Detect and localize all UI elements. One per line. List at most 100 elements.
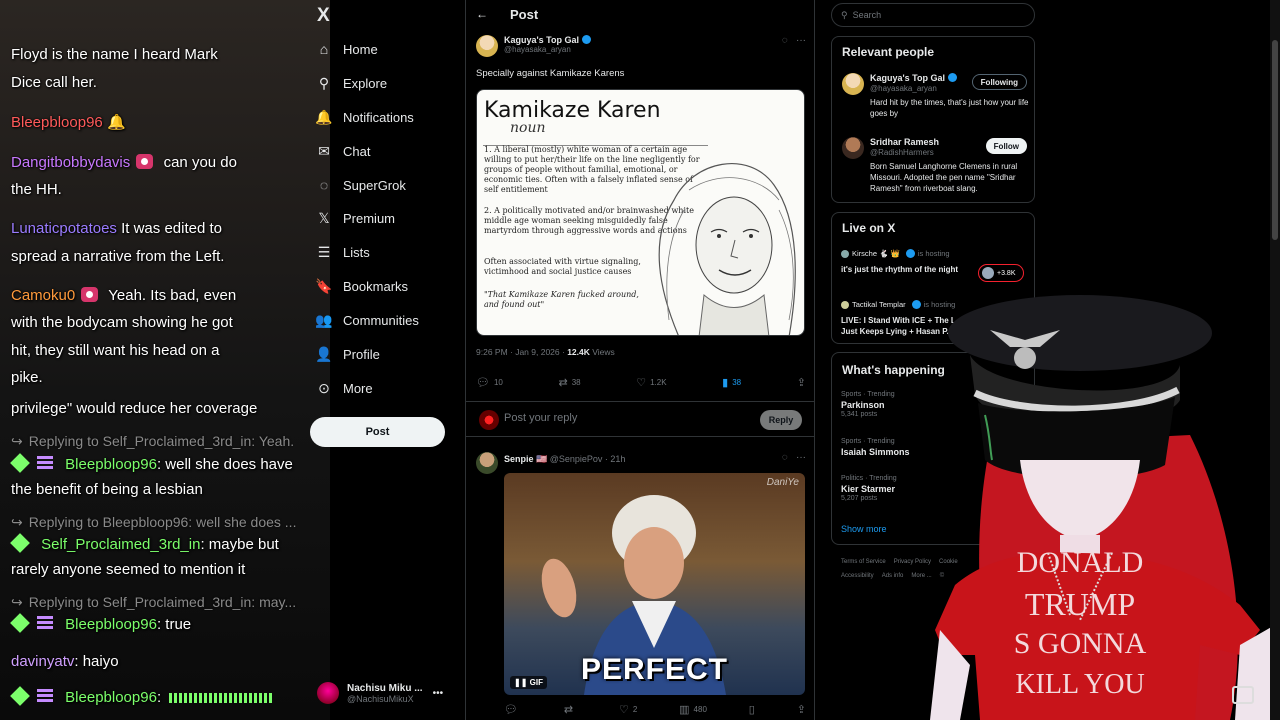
tweet-image[interactable]: Kamikaze Karen noun 1. A liberal (mostly… — [476, 89, 805, 336]
person-handle: @hayasaka_aryan — [870, 84, 937, 93]
bookmark-action[interactable]: ▯ — [749, 703, 755, 716]
repost-icon: ⇄ — [563, 704, 574, 716]
sidebar-item-communities[interactable]: 👥 Communities — [315, 308, 419, 332]
sidebar-item-explore[interactable]: ⚲ Explore — [316, 71, 387, 95]
like-action[interactable]: ♡ 1.2K — [636, 376, 666, 389]
scrollbar-thumb[interactable] — [1272, 40, 1278, 240]
gif-badge[interactable]: ❚❚ GIF — [510, 676, 547, 689]
live-title[interactable]: it's just the rhythm of the night — [841, 264, 971, 275]
follow-button[interactable]: Follow — [985, 138, 1027, 154]
account-switcher[interactable]: Nachisu Miku ... @NachisuMikuX ••• — [317, 682, 443, 704]
bookmark-action[interactable]: ▮ 38 — [722, 376, 741, 389]
author-handle-time[interactable]: @SenpiePov · 21h — [550, 454, 626, 464]
live-host[interactable]: Kirsche 🐇 👑 is hosting — [841, 249, 950, 258]
more-dots-icon[interactable]: ··· — [796, 35, 806, 46]
sidebar-item-label: Lists — [343, 244, 370, 260]
grok-icon[interactable]: ◌ — [782, 35, 788, 46]
reply-count: 10 — [493, 378, 503, 387]
sidebar-item-label: More — [343, 380, 373, 396]
trend-item[interactable]: Sports · Trending Isaiah Simmons — [841, 438, 910, 457]
heart-icon: ♡ — [618, 704, 629, 716]
reply-action[interactable]: 💬︎ 10 — [476, 376, 503, 389]
grok-icon[interactable]: ◌ — [782, 452, 788, 463]
card-title: What's happening — [842, 363, 945, 377]
listener-count[interactable]: +3.8K — [978, 264, 1024, 282]
person-bio: Born Samuel Langhorne Clemens in rural M… — [870, 162, 1018, 193]
messages-drawer-icon[interactable] — [1232, 686, 1254, 704]
author-name[interactable]: Senpie 🇺🇸 — [504, 454, 547, 464]
sidebar-item-lists[interactable]: ☰ Lists — [316, 240, 370, 264]
footer-link[interactable]: Ads info — [882, 573, 904, 579]
repost-action[interactable]: ⇄ 38 — [558, 376, 580, 389]
avatar[interactable] — [476, 35, 498, 57]
chat-reply-context: ↪ Replying to Self_Proclaimed_3rd_in: Yea… — [11, 433, 330, 450]
gif-label: GIF — [529, 678, 543, 687]
gif-caption: PERFECT — [580, 653, 728, 686]
live-title[interactable]: LIVE: I Stand With ICE + The L... Just K… — [841, 315, 966, 337]
footer-link[interactable]: Cookie — [939, 559, 958, 565]
avatar — [479, 410, 499, 430]
chat-message-text: Yeah. Its bad, even — [108, 287, 237, 304]
sidebar-item-profile[interactable]: 👤 Profile — [315, 342, 380, 366]
trend-item[interactable]: Sports · Trending Parkinson 5,341 posts — [841, 391, 895, 418]
search-icon: ⚲ — [841, 9, 848, 20]
avatar — [842, 137, 864, 159]
like-count: 2 — [632, 705, 638, 714]
chat-message-text: Floyd is the name I heard Mark — [11, 46, 218, 63]
repost-action[interactable]: ⇄ — [564, 703, 577, 716]
author-name[interactable]: Kaguya's Top Gal — [504, 35, 591, 45]
show-more-link[interactable]: Show more — [841, 524, 887, 534]
like-action[interactable]: ♡ 2 — [619, 703, 637, 716]
sidebar-item-supergrok[interactable]: ◌ SuperGrok — [316, 173, 406, 197]
sidebar-item-premium[interactable]: 𝕏 Premium — [316, 206, 395, 230]
chat-username: davinyatv — [11, 653, 75, 670]
reply-context-text: Replying to Bleepbloop96: well she does … — [28, 514, 297, 530]
footer-links: Accessibility Ads info More ... © — [841, 573, 1041, 579]
chat-message-text: Dice call her. — [11, 74, 97, 91]
post-button[interactable]: Post — [310, 417, 445, 447]
heart-icon: ♡ — [636, 377, 647, 389]
author-handle[interactable]: @hayasaka_aryan — [504, 45, 591, 54]
sidebar-item-bookmarks[interactable]: 🔖 Bookmarks — [315, 274, 408, 298]
chat-message-text: 🔔 — [106, 114, 126, 131]
sidebar-item-label: Premium — [343, 210, 396, 226]
back-arrow-icon[interactable]: ← — [476, 7, 488, 21]
relevant-people-card: Relevant people Kaguya's Top Gal @hayasa… — [831, 36, 1035, 203]
reply-input[interactable]: Post your reply — [504, 412, 577, 424]
avatar — [982, 267, 994, 279]
chat-message-text: with the bodycam showing he got — [11, 314, 233, 331]
footer-link[interactable]: Terms of Service — [841, 559, 886, 565]
footer-link[interactable]: Accessibility — [841, 573, 874, 579]
reply-button[interactable]: Reply — [760, 410, 802, 430]
sidebar-item-home[interactable]: ⌂ Home — [316, 37, 378, 61]
following-button[interactable]: Following — [971, 74, 1027, 90]
host-name: Kirsche 🐇 👑 — [852, 249, 900, 258]
avatar[interactable] — [476, 452, 498, 474]
chat-message-text: true — [165, 616, 192, 633]
more-dots-icon: ••• — [432, 687, 444, 699]
sidebar-item-more[interactable]: ⊙ More — [316, 376, 373, 400]
x-logo-icon[interactable]: X — [317, 5, 330, 27]
live-host[interactable]: Tactikal Templar is hosting — [841, 300, 955, 309]
sidebar-item-notifications[interactable]: 🔔 Notifications — [315, 105, 414, 129]
search-input[interactable]: ⚲ Search — [831, 3, 1035, 27]
bookmark-filled-icon: ▮ — [722, 377, 729, 389]
tweet-gif[interactable]: DaniYe PERFECT ❚❚ GIF — [504, 473, 805, 695]
footer-link[interactable]: Privacy Policy — [894, 559, 931, 565]
verified-badge-icon — [911, 300, 921, 309]
share-action[interactable]: ⇪ — [797, 376, 806, 389]
views-action[interactable]: ▥ 480 — [679, 703, 707, 716]
person-icon: 👤 — [315, 345, 333, 362]
share-action[interactable]: ⇪ — [797, 703, 806, 716]
footer-link[interactable]: More ... — [911, 573, 931, 579]
person-name: Sridhar Ramesh — [870, 137, 940, 147]
page-scrollbar[interactable] — [1270, 0, 1280, 720]
reply-action[interactable]: 💬︎ — [504, 703, 522, 716]
more-dots-icon[interactable]: ··· — [796, 452, 806, 463]
search-icon: ⚲ — [318, 74, 330, 91]
reply-context-text: Replying to Self_Proclaimed_3rd_in: may.… — [28, 594, 297, 610]
trend-item[interactable]: Politics · Trending Kier Starmer 5,207 p… — [841, 475, 897, 502]
chat-reply-context: ↪ Replying to Bleepbloop96: well she does… — [11, 514, 330, 531]
reply-tweet-author: Senpie 🇺🇸 @SenpiePov · 21h ◌ ··· — [476, 452, 806, 474]
sidebar-item-chat[interactable]: ✉ Chat — [316, 139, 370, 163]
